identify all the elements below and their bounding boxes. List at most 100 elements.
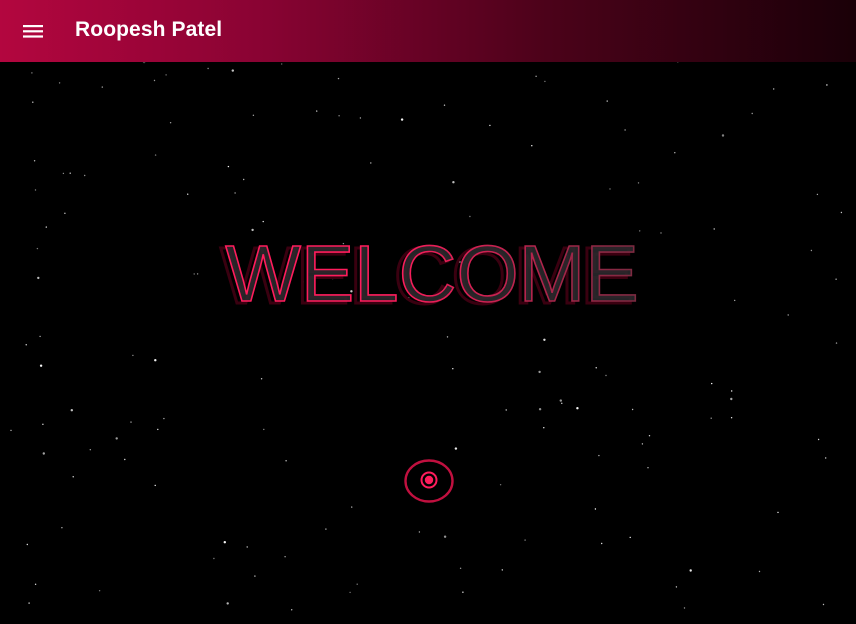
star-dot xyxy=(543,338,546,341)
star-dot xyxy=(576,407,579,410)
welcome-heading-text: WELCOME xyxy=(225,229,638,318)
star-dot xyxy=(826,84,828,86)
star-dot xyxy=(595,367,597,369)
star-dot xyxy=(462,591,464,593)
star-dot xyxy=(154,484,156,487)
star-dot xyxy=(721,134,725,137)
star-dot xyxy=(33,160,36,162)
star-dot xyxy=(544,80,546,83)
star-dot xyxy=(356,583,358,585)
star-dot xyxy=(284,556,286,558)
star-dot xyxy=(154,359,157,362)
star-dot xyxy=(316,110,318,112)
star-dot xyxy=(561,402,563,404)
star-dot xyxy=(674,152,676,154)
star-dot xyxy=(39,335,41,338)
star-dot xyxy=(187,193,189,195)
star-dot xyxy=(648,435,651,437)
star-dot xyxy=(132,354,134,357)
star-dot xyxy=(601,542,603,545)
star-dot xyxy=(675,586,678,588)
star-dot xyxy=(61,527,63,529)
menu-button[interactable] xyxy=(14,15,52,47)
star-dot xyxy=(538,408,542,411)
star-dot xyxy=(72,476,74,478)
star-dot xyxy=(101,86,104,88)
hero-heading: WELCOME WELCOME xyxy=(0,228,856,318)
star-dot xyxy=(825,457,827,459)
star-dot xyxy=(130,421,132,423)
star-dot xyxy=(62,172,65,175)
star-dot xyxy=(751,112,753,115)
star-dot xyxy=(115,437,118,440)
star-dot xyxy=(25,344,27,346)
star-dot xyxy=(443,535,447,538)
star-dot xyxy=(641,443,644,445)
star-dot xyxy=(499,484,502,486)
star-dot xyxy=(246,546,248,548)
star-dot xyxy=(169,122,172,124)
star-dot xyxy=(153,79,156,82)
star-dot xyxy=(629,536,631,539)
star-dot xyxy=(254,575,256,577)
star-dot xyxy=(226,602,229,605)
star-dot xyxy=(227,165,230,168)
star-dot xyxy=(418,531,421,533)
site-title[interactable]: Roopesh Patel xyxy=(75,17,222,43)
star-dot xyxy=(338,115,340,117)
star-dot xyxy=(223,541,226,544)
star-dot xyxy=(42,423,44,425)
star-dot xyxy=(10,429,12,432)
star-dot xyxy=(89,449,92,451)
star-dot xyxy=(730,397,733,401)
star-dot xyxy=(647,467,649,469)
star-dot xyxy=(489,124,491,127)
star-dot xyxy=(400,118,404,121)
star-dot xyxy=(683,607,686,609)
star-dot xyxy=(252,114,255,117)
star-dot xyxy=(234,192,236,194)
star-dot xyxy=(351,506,353,508)
star-dot xyxy=(28,602,30,604)
star-dot xyxy=(243,178,245,181)
star-dot xyxy=(817,438,820,441)
star-dot xyxy=(459,567,462,569)
star-dot xyxy=(606,100,608,102)
star-dot xyxy=(281,63,283,65)
star-dot xyxy=(69,172,71,174)
star-dot xyxy=(840,211,843,214)
star-dot xyxy=(157,428,159,431)
star-dot xyxy=(443,104,446,106)
star-dot xyxy=(58,82,61,84)
star-dot xyxy=(337,77,340,80)
star-dot xyxy=(730,417,733,419)
star-dot xyxy=(34,189,37,191)
star-dot xyxy=(559,399,562,402)
star-dot xyxy=(822,603,825,606)
star-dot xyxy=(777,511,779,514)
star-dot xyxy=(291,609,293,611)
star-dot xyxy=(710,417,712,419)
star-dot xyxy=(325,528,327,530)
star-dot xyxy=(501,569,503,571)
star-dot xyxy=(359,117,362,119)
star-dot xyxy=(64,212,66,214)
star-dot xyxy=(505,409,507,411)
star-dot xyxy=(213,557,215,560)
star-dot xyxy=(98,590,101,592)
star-dot xyxy=(524,539,526,541)
star-dot xyxy=(598,454,600,457)
star-dot xyxy=(165,74,167,76)
star-dot xyxy=(469,215,471,218)
target-circle-icon xyxy=(404,459,454,503)
star-dot xyxy=(349,591,351,594)
star-dot xyxy=(446,336,449,338)
page: Roopesh Patel WELCOME WELCOME xyxy=(0,0,856,624)
hamburger-menu-icon xyxy=(23,25,43,38)
scroll-down-button[interactable] xyxy=(403,458,455,504)
star-dot xyxy=(605,374,607,377)
star-dot xyxy=(835,342,838,344)
star-dot xyxy=(535,75,537,78)
star-dot xyxy=(42,452,45,455)
star-dot xyxy=(207,67,209,70)
